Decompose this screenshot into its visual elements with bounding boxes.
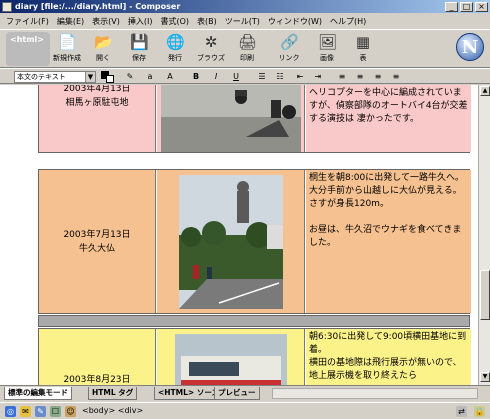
horizontal-scrollbar[interactable] [272, 388, 478, 399]
menu-tools[interactable]: ツール(T) [225, 16, 260, 27]
chat-icon[interactable]: ☺ [65, 406, 76, 417]
image-icon: 🖼 [318, 33, 338, 51]
image-button[interactable]: 🖼 画像 [310, 33, 344, 67]
motorcycle-photo [161, 85, 301, 152]
status-bar: ◎ ✉ ✎ ☐ ☺ <body> <div> ⇄ 🔒 [0, 402, 490, 419]
mail-icon[interactable]: ✉ [20, 406, 31, 417]
edit-mode-tabs: 標準の編集モード HTML タグ <HTML> ソース プレビュー [0, 385, 490, 401]
font-larger-button[interactable]: A [164, 71, 176, 83]
new-document-icon: 📄 [58, 33, 77, 51]
menu-insert[interactable]: 挿入(I) [128, 16, 153, 27]
address-book-icon[interactable]: ☐ [50, 406, 61, 417]
tab-normal[interactable]: 標準の編集モード [4, 387, 72, 400]
print-icon: 🖨 [238, 33, 258, 51]
scroll-down-icon[interactable]: ▼ [480, 372, 490, 382]
photo-cell [157, 170, 305, 313]
numbered-list-icon[interactable]: ☷ [274, 71, 286, 83]
tab-html-source[interactable]: <HTML> ソース [154, 387, 223, 400]
description-cell[interactable]: 桐生を朝8:00に出発して一路牛久へ。 大分手前から山越しに大仏が見える。さすが… [306, 170, 471, 313]
close-button[interactable]: × [475, 1, 488, 12]
app-icon [2, 1, 12, 12]
bullet-list-icon[interactable]: ☰ [256, 71, 268, 83]
indent-icon[interactable]: ⇥ [312, 71, 324, 83]
tab-preview[interactable]: プレビュー [214, 387, 260, 400]
maximize-button[interactable]: □ [460, 1, 473, 12]
italic-button[interactable]: I [210, 71, 222, 83]
composer-icon[interactable]: ✎ [35, 406, 46, 417]
underline-button[interactable]: U [230, 71, 242, 83]
security-lock-icon[interactable]: 🔒 [474, 406, 485, 417]
minimize-button[interactable]: _ [445, 1, 458, 12]
browse-button[interactable]: ✲ ブラウズ [194, 33, 228, 67]
online-status-icon[interactable]: ⇄ [456, 406, 467, 417]
date-cell[interactable]: 2003年8月23日 [39, 329, 156, 385]
composer-window: diary [file:/.../diary.html] - Composer … [0, 0, 490, 419]
background-color-swatch[interactable] [106, 75, 114, 83]
table-icon: ▦ [355, 33, 371, 51]
align-right-icon[interactable]: ≡ [372, 71, 384, 83]
date-cell[interactable]: 2003年7月13日 牛久大仏 [39, 170, 156, 313]
menu-view[interactable]: 表示(V) [92, 16, 120, 27]
menu-table[interactable]: 表(B) [197, 16, 217, 27]
chevron-down-icon: ▼ [85, 72, 95, 82]
save-icon: 💾 [130, 33, 149, 51]
format-toolbar: 本文のテキスト ▼ ✎ a A B I U ☰ ☷ ⇤ ⇥ ≡ ≡ ≡ ≡ [0, 68, 490, 84]
browse-icon: ✲ [204, 33, 218, 51]
vertical-scrollbar[interactable]: ▲ ▼ [478, 85, 490, 385]
buddha-photo [179, 175, 283, 309]
table-button[interactable]: ▦ 表 [346, 33, 380, 67]
menu-edit[interactable]: 編集(E) [57, 16, 84, 27]
date-cell[interactable]: 2003年4月13日 相馬ヶ原駐屯地 [39, 85, 156, 152]
justify-icon[interactable]: ≡ [390, 71, 402, 83]
description-cell[interactable]: 相馬ケ原を基地としている第12旅団はヘリコプターを中心に編成されていますが、偵察… [306, 85, 471, 152]
html-logo: <html> [6, 32, 50, 66]
print-button[interactable]: 🖨 印刷 [230, 33, 264, 67]
paragraph-style-select[interactable]: 本文のテキスト ▼ [14, 71, 96, 83]
link-button[interactable]: 🔗 リンク [272, 33, 306, 67]
menu-window[interactable]: ウィンドウ(W) [268, 16, 322, 27]
photo-cell [157, 329, 305, 385]
description-cell[interactable]: 朝6:30に出発して9:00頃横田基地に到着。 横田の基地際は飛行展示が無いので… [306, 329, 471, 385]
align-center-icon[interactable]: ≡ [354, 71, 366, 83]
table-row: 2003年7月13日 牛久大仏 桐生を朝8:00に出発して一路牛久へ。 大分手前… [38, 169, 471, 314]
link-icon: 🔗 [280, 33, 299, 51]
editor-canvas[interactable]: 2003年4月13日 相馬ヶ原駐屯地 相馬ケ原を基地としている第12旅団はヘリコ… [0, 85, 478, 385]
bold-button[interactable]: B [190, 71, 202, 83]
menu-format[interactable]: 書式(O) [160, 16, 189, 27]
fire-truck-photo [175, 334, 287, 385]
save-button[interactable]: 💾 保存 [122, 33, 156, 67]
scroll-up-icon[interactable]: ▲ [480, 86, 490, 96]
menu-help[interactable]: ヘルプ(H) [330, 16, 366, 27]
navigator-icon[interactable]: ◎ [5, 406, 16, 417]
element-path[interactable]: <body> <div> [82, 406, 143, 415]
composition-toolbar: <html> 📄 新規作成 📂 開く 💾 保存 🌐 発行 ✲ ブラウズ 🖨 印刷… [0, 29, 490, 68]
new-button[interactable]: 📄 新規作成 [50, 33, 84, 67]
window-title: diary [file:/.../diary.html] - Composer [15, 2, 181, 11]
outdent-icon[interactable]: ⇤ [294, 71, 306, 83]
align-left-icon[interactable]: ≡ [336, 71, 348, 83]
highlight-icon[interactable]: ✎ [124, 71, 136, 83]
table-row: 2003年4月13日 相馬ヶ原駐屯地 相馬ケ原を基地としている第12旅団はヘリコ… [38, 85, 471, 153]
publish-icon: 🌐 [166, 33, 185, 51]
scroll-thumb[interactable] [480, 270, 490, 320]
publish-button[interactable]: 🌐 発行 [158, 33, 192, 67]
menu-file[interactable]: ファイル(F) [6, 16, 49, 27]
table-row: 2003年8月23日 朝6:30に出発して9:00頃横田基地に到着。 横田の基地… [38, 328, 471, 385]
font-smaller-button[interactable]: a [144, 71, 156, 83]
open-button[interactable]: 📂 開く [86, 33, 120, 67]
title-bar: diary [file:/.../diary.html] - Composer … [0, 0, 490, 13]
menu-bar: ファイル(F) 編集(E) 表示(V) 挿入(I) 書式(O) 表(B) ツール… [0, 14, 490, 29]
netscape-logo[interactable]: N [456, 33, 484, 61]
tab-html-tags[interactable]: HTML タグ [88, 387, 138, 400]
photo-cell [157, 85, 305, 152]
table-spacer [38, 315, 470, 327]
open-folder-icon: 📂 [94, 33, 113, 51]
